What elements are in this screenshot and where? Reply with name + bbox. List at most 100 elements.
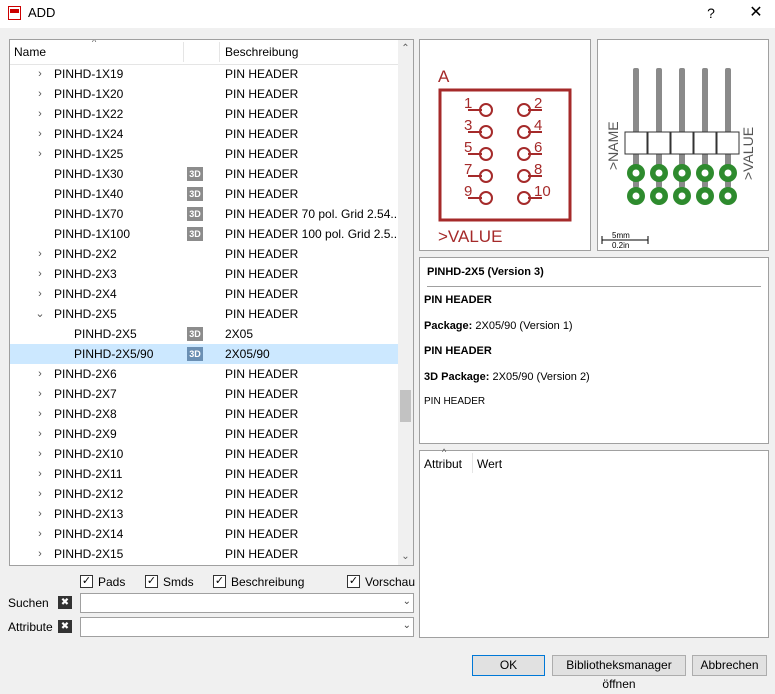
tree-row[interactable]: › PINHD-2X13 PIN HEADER [10, 504, 398, 524]
search-label: Suchen [8, 596, 49, 610]
tree-row-name: PINHD-2X5 [74, 327, 137, 341]
tree-header: ^ Name Beschreibung [10, 40, 398, 65]
scroll-down-icon[interactable]: ⌄ [398, 550, 413, 564]
tree-row-description: PIN HEADER [225, 527, 299, 541]
attribute-input[interactable]: ⌄ [80, 617, 414, 637]
tree-row[interactable]: › PINHD-2X4 PIN HEADER [10, 284, 398, 304]
tree-row[interactable]: › PINHD-2X7 PIN HEADER [10, 384, 398, 404]
package-pins [624, 68, 740, 205]
tree-row[interactable]: › PINHD-2X12 PIN HEADER [10, 484, 398, 504]
cancel-button[interactable]: Abbrechen [692, 655, 767, 676]
pin-body [624, 131, 648, 155]
chevron-right-icon[interactable]: › [34, 484, 46, 504]
tree-row[interactable]: › PINHD-1X25 PIN HEADER [10, 144, 398, 164]
chevron-right-icon[interactable]: › [34, 144, 46, 164]
checkbox-check-icon[interactable]: ✓ [80, 575, 93, 588]
scroll-up-icon[interactable]: ⌃ [398, 42, 413, 56]
chevron-right-icon[interactable]: › [34, 364, 46, 384]
window-title: ADD [28, 5, 56, 20]
tree-row[interactable]: › PINHD-1X22 PIN HEADER [10, 104, 398, 124]
tree-row[interactable]: PINHD-1X70 3D PIN HEADER 70 pol. Grid 2.54… [10, 204, 400, 224]
tree-row-name: PINHD-2X5/90 [74, 347, 154, 361]
pad-hole [632, 169, 640, 177]
description-line: PIN HEADER [424, 294, 492, 306]
chevron-down-icon[interactable]: ⌄ [403, 596, 411, 607]
column-header-value[interactable]: Wert [477, 457, 502, 471]
column-header-description[interactable]: Beschreibung [225, 45, 298, 59]
attribute-table[interactable]: ^ Attribut Wert [419, 447, 769, 638]
chevron-right-icon[interactable]: › [34, 104, 46, 124]
tree-row-name: PINHD-2X9 [54, 427, 117, 441]
chevron-down-icon[interactable]: ⌄ [403, 620, 411, 631]
chevron-right-icon[interactable]: › [34, 424, 46, 444]
tree-row[interactable]: › PINHD-2X3 PIN HEADER [10, 264, 398, 284]
tree-row[interactable]: PINHD-1X100 3D PIN HEADER 100 pol. Grid 2.… [10, 224, 400, 244]
description-divider [427, 286, 761, 287]
chevron-right-icon[interactable]: › [34, 504, 46, 524]
chevron-right-icon[interactable]: › [34, 264, 46, 284]
tree-row-description: PIN HEADER [225, 427, 299, 441]
tree-row[interactable]: › PINHD-2X11 PIN HEADER [10, 464, 398, 484]
chevron-right-icon[interactable]: › [34, 464, 46, 484]
pad-hole [678, 192, 686, 200]
chevron-right-icon[interactable]: › [34, 124, 46, 144]
tree-row[interactable]: ⌄ PINHD-2X5 PIN HEADER [10, 304, 398, 324]
chevron-right-icon[interactable]: › [34, 84, 46, 104]
vertical-scrollbar[interactable] [398, 40, 413, 565]
part-tree[interactable]: ^ Name Beschreibung › PINHD-1X19 PIN HEADE… [9, 39, 414, 566]
symbol-drawing: A 1 3 5 7 9 2 4 6 8 10 >VALUE [438, 67, 572, 246]
close-button[interactable]: ✕ [745, 3, 767, 23]
tree-row-name: PINHD-2X7 [54, 387, 117, 401]
chevron-right-icon[interactable]: › [34, 404, 46, 424]
tree-row[interactable]: › PINHD-2X2 PIN HEADER [10, 244, 398, 264]
tree-row[interactable]: PINHD-1X40 3D PIN HEADER [10, 184, 398, 204]
checkbox-check-icon[interactable]: ✓ [347, 575, 360, 588]
column-separator[interactable] [219, 42, 220, 62]
tree-row[interactable]: PINHD-2X5 3D 2X05 [10, 324, 398, 344]
tree-row-name: PINHD-1X100 [54, 227, 131, 241]
tree-row[interactable]: › PINHD-1X20 PIN HEADER [10, 84, 398, 104]
library-manager-button[interactable]: Bibliotheksmanager öffnen [552, 655, 686, 691]
search-input[interactable]: ⌄ [80, 593, 414, 613]
smds-label: Smds [163, 575, 194, 589]
tree-row[interactable]: › PINHD-2X15 PIN HEADER [10, 544, 398, 564]
tree-row[interactable]: › PINHD-2X14 PIN HEADER [10, 524, 398, 544]
scrollbar-thumb[interactable] [400, 390, 411, 422]
chevron-right-icon[interactable]: › [34, 244, 46, 264]
3d-badge-icon: 3D [187, 327, 203, 341]
clear-search-icon[interactable]: ✖ [58, 596, 72, 609]
chevron-right-icon[interactable]: › [34, 64, 46, 84]
chevron-right-icon[interactable]: › [34, 524, 46, 544]
chevron-right-icon[interactable]: › [34, 284, 46, 304]
tree-row-name: PINHD-2X15 [54, 547, 124, 561]
tree-row[interactable]: › PINHD-1X24 PIN HEADER [10, 124, 398, 144]
tree-row[interactable]: › PINHD-2X9 PIN HEADER [10, 424, 398, 444]
chevron-down-icon[interactable]: ⌄ [34, 304, 46, 324]
tree-row-name: PINHD-2X13 [54, 507, 124, 521]
column-separator[interactable] [183, 42, 184, 62]
clear-attribute-icon[interactable]: ✖ [58, 620, 72, 633]
column-separator[interactable] [472, 453, 473, 473]
pin-number-right: 2 [534, 95, 542, 112]
column-header-name[interactable]: Name [14, 45, 46, 59]
tree-row[interactable]: › PINHD-2X8 PIN HEADER [10, 404, 398, 424]
help-button[interactable]: ? [700, 3, 722, 23]
tree-row[interactable]: › PINHD-2X6 PIN HEADER [10, 364, 398, 384]
ok-button[interactable]: OK [472, 655, 545, 676]
pin-body [716, 131, 740, 155]
chevron-right-icon[interactable]: › [34, 544, 46, 564]
tree-row-name: PINHD-1X40 [54, 187, 124, 201]
chevron-right-icon[interactable]: › [34, 444, 46, 464]
column-header-attribute[interactable]: Attribut [424, 457, 462, 471]
scale-in: 0.2in [612, 241, 629, 250]
chevron-right-icon[interactable]: › [34, 384, 46, 404]
checkbox-check-icon[interactable]: ✓ [145, 575, 158, 588]
tree-row[interactable]: › PINHD-1X19 PIN HEADER [10, 64, 398, 84]
tree-row[interactable]: › PINHD-2X10 PIN HEADER [10, 444, 398, 464]
pad-hole [701, 169, 709, 177]
pad-hole [655, 169, 663, 177]
tree-row-description: PIN HEADER [225, 167, 299, 181]
tree-row[interactable]: PINHD-1X30 3D PIN HEADER [10, 164, 398, 184]
checkbox-check-icon[interactable]: ✓ [213, 575, 226, 588]
tree-row[interactable]: PINHD-2X5/90 3D 2X05/90 [10, 344, 398, 364]
